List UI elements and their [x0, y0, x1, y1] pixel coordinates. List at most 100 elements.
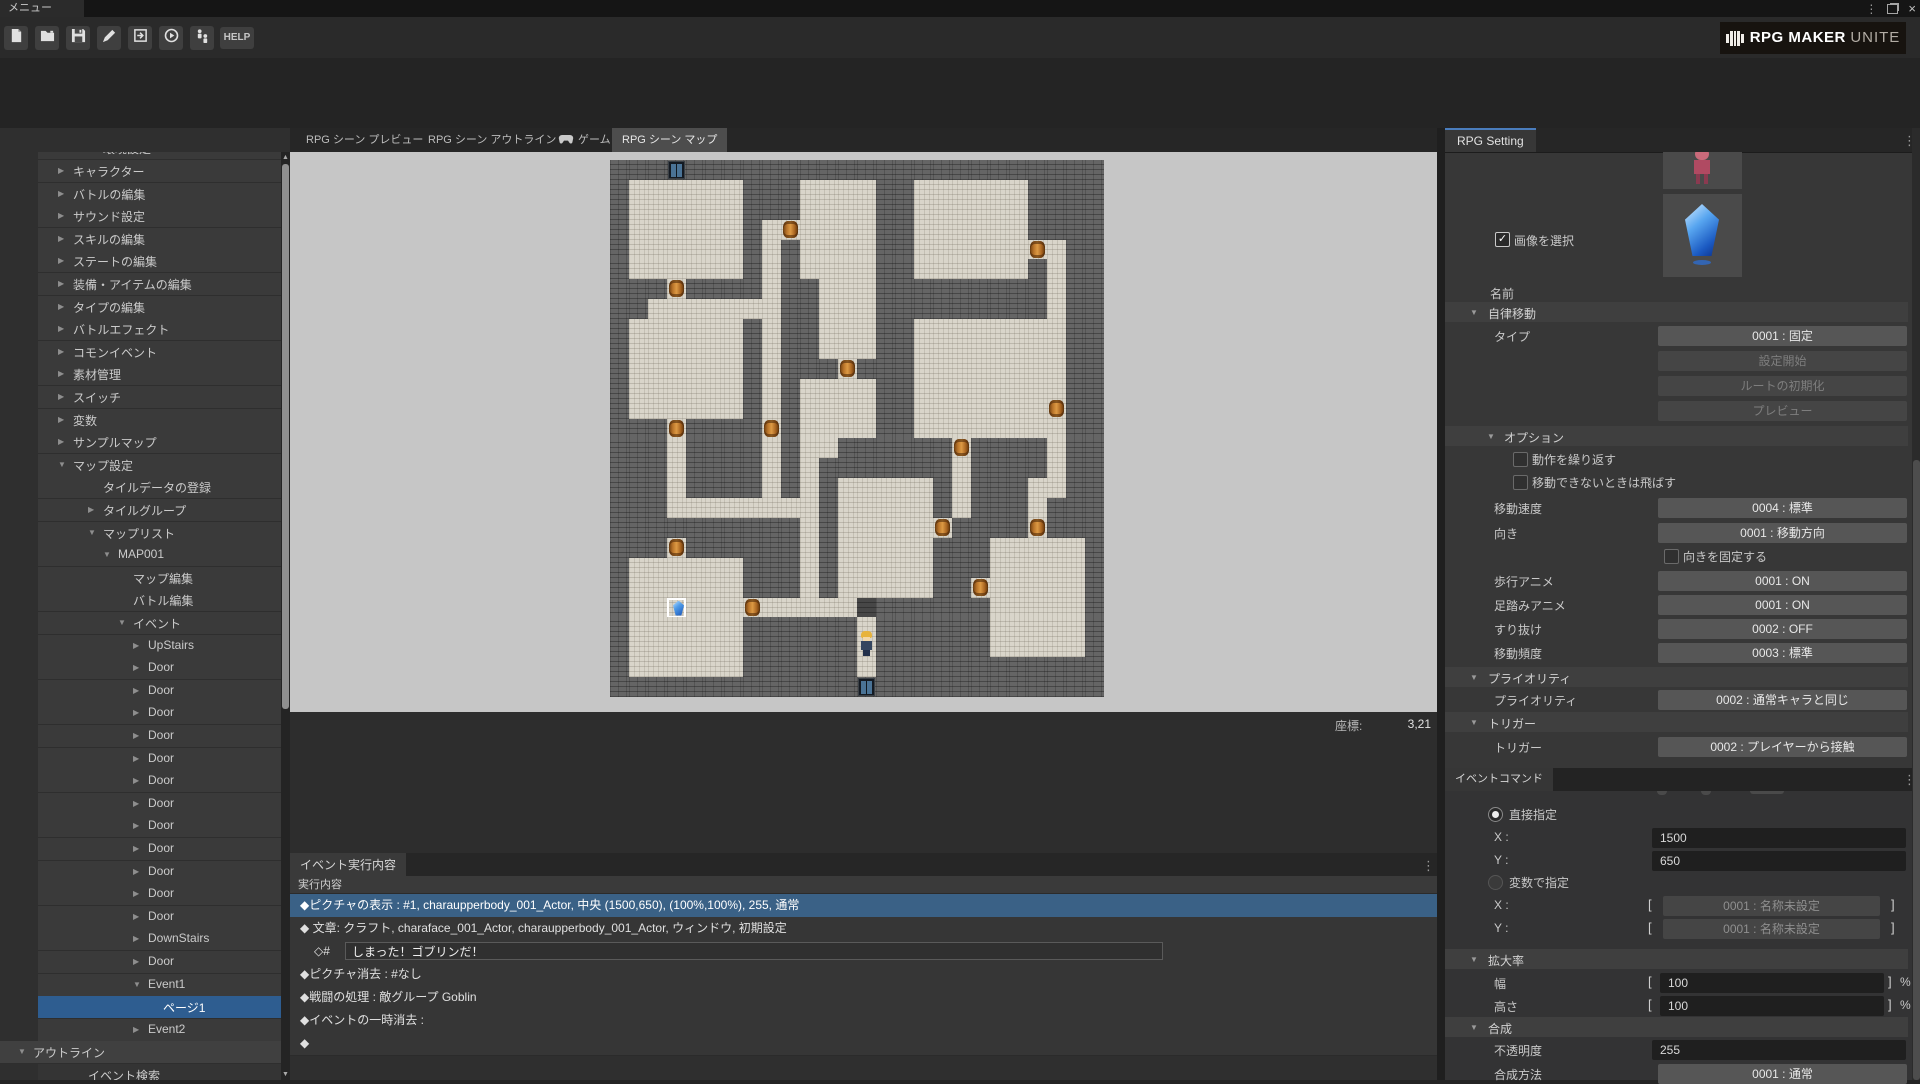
event-command-row[interactable]: ◆ピクチャの表示 : #1, charaupperbody_001_Actor,… — [290, 894, 1437, 918]
collapse-arrow-icon[interactable]: ▼ — [58, 460, 66, 469]
collapse-arrow-icon[interactable]: ▼ — [1470, 1023, 1478, 1032]
dropdown-トリガー[interactable]: 0002 : プレイヤーから接触 — [1658, 737, 1907, 757]
sidebar-root-item[interactable]: ▼ アウトライン — [0, 1041, 281, 1065]
expand-arrow-icon[interactable]: ▶ — [133, 663, 139, 672]
collapse-arrow-icon[interactable]: ▼ — [88, 528, 96, 537]
tree-item-Door[interactable]: ▶ Door — [38, 815, 281, 839]
toolbar-characters-button[interactable] — [190, 26, 214, 50]
tree-item-MAP001[interactable]: ▼ MAP001 — [38, 544, 281, 568]
barrel-object[interactable] — [1030, 519, 1045, 536]
window-menu-icon[interactable]: ⋮ — [1865, 3, 1877, 15]
input-Y[interactable]: 650 — [1652, 851, 1906, 871]
tab-game[interactable]: ゲーム — [548, 128, 621, 152]
tab-scene-preview[interactable]: RPG シーン プレビュー — [296, 128, 433, 152]
expand-arrow-icon[interactable]: ▶ — [133, 686, 139, 695]
expand-arrow-icon[interactable]: ▶ — [58, 166, 64, 175]
expand-arrow-icon[interactable]: ▶ — [133, 1025, 139, 1034]
checkbox-動作を繰り返す[interactable] — [1513, 452, 1528, 467]
tab-scene-outline[interactable]: RPG シーン アウトライン — [418, 128, 566, 152]
tree-item-イベント[interactable]: ▼ イベント — [38, 612, 281, 635]
section-自律移動[interactable]: ▼ 自律移動 — [1445, 302, 1908, 322]
dropdown-プライオリティ[interactable]: 0002 : 通常キャラと同じ — [1658, 690, 1907, 710]
expand-arrow-icon[interactable]: ▶ — [58, 415, 64, 424]
selected-event-box[interactable] — [667, 597, 686, 618]
collapse-arrow-icon[interactable]: ▼ — [1470, 955, 1478, 964]
tree-item-マップ編集[interactable]: マップ編集 — [38, 566, 281, 590]
toolbar-open-folder-button[interactable] — [35, 26, 59, 50]
door-event[interactable] — [858, 678, 875, 697]
expand-arrow-icon[interactable]: ▶ — [58, 256, 64, 265]
dropdown-移動速度[interactable]: 0004 : 標準 — [1658, 498, 1907, 518]
map-canvas[interactable] — [610, 160, 1104, 698]
expand-arrow-icon[interactable]: ▶ — [133, 708, 139, 717]
barrel-object[interactable] — [745, 598, 760, 616]
scroll-up-icon[interactable]: ▲ — [281, 154, 290, 161]
expand-arrow-icon[interactable]: ▶ — [133, 821, 139, 830]
expand-arrow-icon[interactable]: ▶ — [58, 437, 64, 446]
tree-item-UpStairs[interactable]: ▶ UpStairs — [38, 634, 281, 658]
crystal-image-preview[interactable] — [1663, 194, 1742, 277]
tree-item-ステートの編集[interactable]: ▶ ステートの編集 — [38, 250, 281, 274]
collapse-arrow-icon[interactable]: ▼ — [1470, 718, 1478, 727]
expand-arrow-icon[interactable]: ▶ — [133, 912, 139, 921]
tree-item-Door[interactable]: ▶ Door — [38, 792, 281, 816]
tree-item-バトルエフェクト[interactable]: ▶ バトルエフェクト — [38, 318, 281, 342]
tree-item-Event1[interactable]: ▼ Event1 — [38, 973, 281, 997]
expand-arrow-icon[interactable]: ▶ — [133, 844, 139, 853]
checkbox-向きを固定する[interactable] — [1664, 549, 1679, 564]
right-scrollbar-thumb[interactable] — [1913, 460, 1920, 1080]
barrel-object[interactable] — [764, 419, 779, 437]
map-viewport[interactable] — [290, 152, 1437, 712]
tree-item-環境設定[interactable]: 環境設定 — [38, 152, 281, 160]
tab-event-command[interactable]: イベントコマンド — [1445, 768, 1553, 791]
barrel-object[interactable] — [840, 359, 855, 377]
event-command-row[interactable]: ◇# しまった！ゴブリンだ！ — [290, 940, 1437, 964]
collapse-arrow-icon[interactable]: ▼ — [118, 618, 126, 627]
event-command-row[interactable]: ◆ — [290, 1032, 1437, 1056]
collapse-arrow-icon[interactable]: ▼ — [1470, 308, 1478, 317]
tree-item-Door[interactable]: ▶ Door — [38, 838, 281, 861]
tree-item-Door[interactable]: ▶ Door — [38, 905, 281, 929]
event-command-row[interactable]: ◆ピクチャ消去 : #なし — [290, 963, 1437, 987]
expand-arrow-icon[interactable]: ▶ — [58, 369, 64, 378]
menu-tab[interactable]: メニュー — [0, 0, 84, 17]
tree-item-タイルグループ[interactable]: ▶ タイルグループ — [38, 499, 281, 522]
toolbar-edit-pencil-button[interactable] — [97, 26, 121, 50]
dropdown-合成方法[interactable]: 0001 : 通常 — [1658, 1064, 1907, 1084]
tree-item-Door[interactable]: ▶ Door — [38, 679, 281, 703]
tree-item-ページ1[interactable]: ページ1 — [38, 996, 281, 1020]
section-トリガー[interactable]: ▼ トリガー — [1445, 712, 1908, 732]
tree-item-タイプの編集[interactable]: ▶ タイプの編集 — [38, 295, 281, 319]
tree-item-Door[interactable]: ▶ Door — [38, 725, 281, 748]
section-プライオリティ[interactable]: ▼ プライオリティ — [1445, 667, 1908, 687]
section-オプション[interactable]: ▼ オプション — [1445, 426, 1908, 446]
dropdown-足踏みアニメ[interactable]: 0001 : ON — [1658, 595, 1907, 615]
tree-item-バトルの編集[interactable]: ▶ バトルの編集 — [38, 182, 281, 206]
tree-item-バトル編集[interactable]: バトル編集 — [38, 589, 281, 613]
radio-変数で指定[interactable] — [1488, 875, 1503, 890]
tree-item-DownStairs[interactable]: ▶ DownStairs — [38, 928, 281, 952]
tree-item-キャラクター[interactable]: ▶ キャラクター — [38, 160, 281, 183]
input-幅[interactable]: 100 — [1660, 973, 1884, 993]
event-panel-menu-icon[interactable]: ⋮ — [1422, 858, 1435, 874]
tree-item-サウンド設定[interactable]: ▶ サウンド設定 — [38, 205, 281, 229]
expand-arrow-icon[interactable]: ▶ — [133, 731, 139, 740]
tree-item-Door[interactable]: ▶ Door — [38, 657, 281, 681]
right-scrollbar[interactable] — [1912, 128, 1920, 1080]
close-window-icon[interactable]: × — [1908, 2, 1916, 15]
tree-item-マップリスト[interactable]: ▼ マップリスト — [38, 521, 281, 545]
barrel-object[interactable] — [1049, 399, 1064, 417]
expand-arrow-icon[interactable]: ▶ — [133, 754, 139, 763]
radio-直接指定[interactable] — [1488, 807, 1503, 822]
tree-item-コモンイベント[interactable]: ▶ コモンイベント — [38, 340, 281, 364]
expand-arrow-icon[interactable]: ▶ — [133, 641, 139, 650]
tree-item-Event2[interactable]: ▶ Event2 — [38, 1018, 281, 1042]
dropdown-タイプ[interactable]: 0001 : 固定 — [1658, 326, 1907, 346]
input-高さ[interactable]: 100 — [1660, 996, 1884, 1016]
character-image-preview[interactable] — [1663, 152, 1742, 189]
dropdown-歩行アニメ[interactable]: 0001 : ON — [1658, 571, 1907, 591]
expand-arrow-icon[interactable]: ▶ — [58, 234, 64, 243]
expand-arrow-icon[interactable]: ▶ — [133, 776, 139, 785]
tree-item-サンプルマップ[interactable]: ▶ サンプルマップ — [38, 431, 281, 455]
expand-arrow-icon[interactable]: ▶ — [58, 279, 64, 288]
